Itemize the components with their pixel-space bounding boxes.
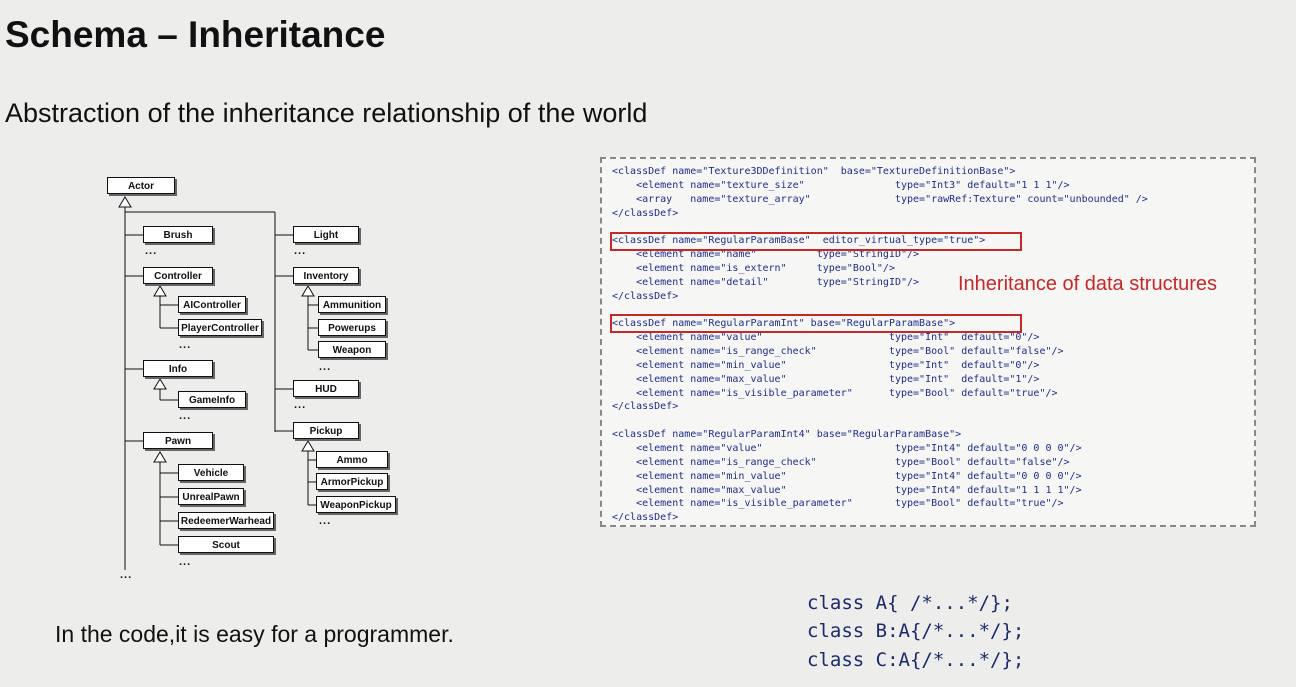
tree-node-ammunition: Ammunition (318, 296, 386, 313)
xml-line: <element name="max_value" type="Int4" de… (612, 484, 1082, 496)
tree-ellipsis: ... (294, 245, 307, 257)
xml-line: <element name="value" type="Int" default… (612, 332, 1040, 344)
xml-line: <element name="min_value" type="Int" def… (612, 359, 1040, 371)
tree-node-light: Light (293, 226, 359, 243)
highlight-box-base (610, 232, 1022, 251)
xml-line: <element name="is_range_check" type="Boo… (612, 346, 1064, 358)
xml-line: <element name="value" type="Int4" defaul… (612, 443, 1082, 454)
tree-ellipsis: ... (120, 569, 133, 581)
xml-line: <element name="max_value" type="Int" def… (612, 373, 1040, 385)
xml-schema-panel: <classDef name="Texture3DDefinition" bas… (600, 157, 1256, 527)
code-line-a: class A{ /*...*/}; (807, 592, 1013, 614)
tree-node-actor: Actor (107, 177, 175, 194)
tree-ellipsis: ... (179, 339, 192, 351)
xml-line: <array name="texture_array" type="rawRef… (612, 193, 1148, 205)
tree-node-weapon: Weapon (318, 341, 386, 358)
code-line-c: class C:A{/*...*/}; (807, 649, 1025, 671)
tree-node-aicontroller: AIController (178, 296, 246, 313)
tree-node-vehicle: Vehicle (178, 464, 244, 481)
tree-node-unrealpawn: UnrealPawn (178, 488, 244, 505)
xml-line: <element name="is_range_check" type="Boo… (612, 456, 1070, 468)
tree-ellipsis: ... (145, 245, 158, 257)
tree-node-powerups: Powerups (318, 319, 386, 336)
code-line-b: class B:A{/*...*/}; (807, 620, 1025, 642)
xml-line: <element name="is_visible_parameter" typ… (612, 498, 1064, 510)
tree-node-armorpickup: ArmorPickup (316, 473, 388, 490)
xml-annotation: Inheritance of data structures (958, 273, 1218, 295)
tree-ellipsis: ... (319, 361, 332, 373)
tree-node-pawn: Pawn (143, 432, 213, 449)
tree-node-playercontroller: PlayerController (178, 319, 262, 336)
tree-ellipsis: ... (319, 515, 332, 527)
xml-line: <element name="is_visible_parameter" typ… (612, 387, 1058, 399)
xml-line: </classDef> (612, 401, 679, 413)
xml-line: </classDef> (612, 290, 679, 302)
tree-ellipsis: ... (179, 410, 192, 422)
bottom-note: In the code,it is easy for a programmer. (55, 621, 454, 647)
tree-node-info: Info (143, 360, 213, 377)
tree-node-redeemerwarhead: RedeemerWarhead (178, 512, 274, 529)
tree-node-weaponpickup: WeaponPickup (316, 496, 396, 513)
tree-ellipsis: ... (294, 399, 307, 411)
xml-line: <element name="is_extern" type="Bool"/> (612, 262, 895, 274)
xml-line: <classDef name="RegularParamInt4" base="… (612, 429, 962, 441)
xml-line: <classDef name="Texture3DDefinition" bas… (612, 166, 1016, 177)
tree-node-scout: Scout (178, 536, 274, 553)
tree-node-inventory: Inventory (293, 267, 359, 284)
xml-line: <element name="texture_size" type="Int3"… (612, 179, 1070, 191)
tree-node-ammo: Ammo (316, 451, 388, 468)
inheritance-tree: Actor Brush ... Controller AIController … (0, 0, 420, 600)
tree-node-hud: HUD (293, 380, 359, 397)
tree-ellipsis: ... (179, 556, 192, 568)
tree-node-pickup: Pickup (293, 422, 359, 439)
tree-node-gameinfo: GameInfo (178, 391, 246, 408)
xml-line: </classDef> (612, 207, 679, 219)
tree-node-controller: Controller (143, 267, 213, 284)
xml-line: </classDef> (612, 512, 679, 524)
xml-line: <element name="min_value" type="Int4" de… (612, 470, 1082, 482)
highlight-box-derived (610, 314, 1022, 333)
xml-line: <element name="detail" type="StringID"/> (612, 276, 920, 288)
tree-node-brush: Brush (143, 226, 213, 243)
